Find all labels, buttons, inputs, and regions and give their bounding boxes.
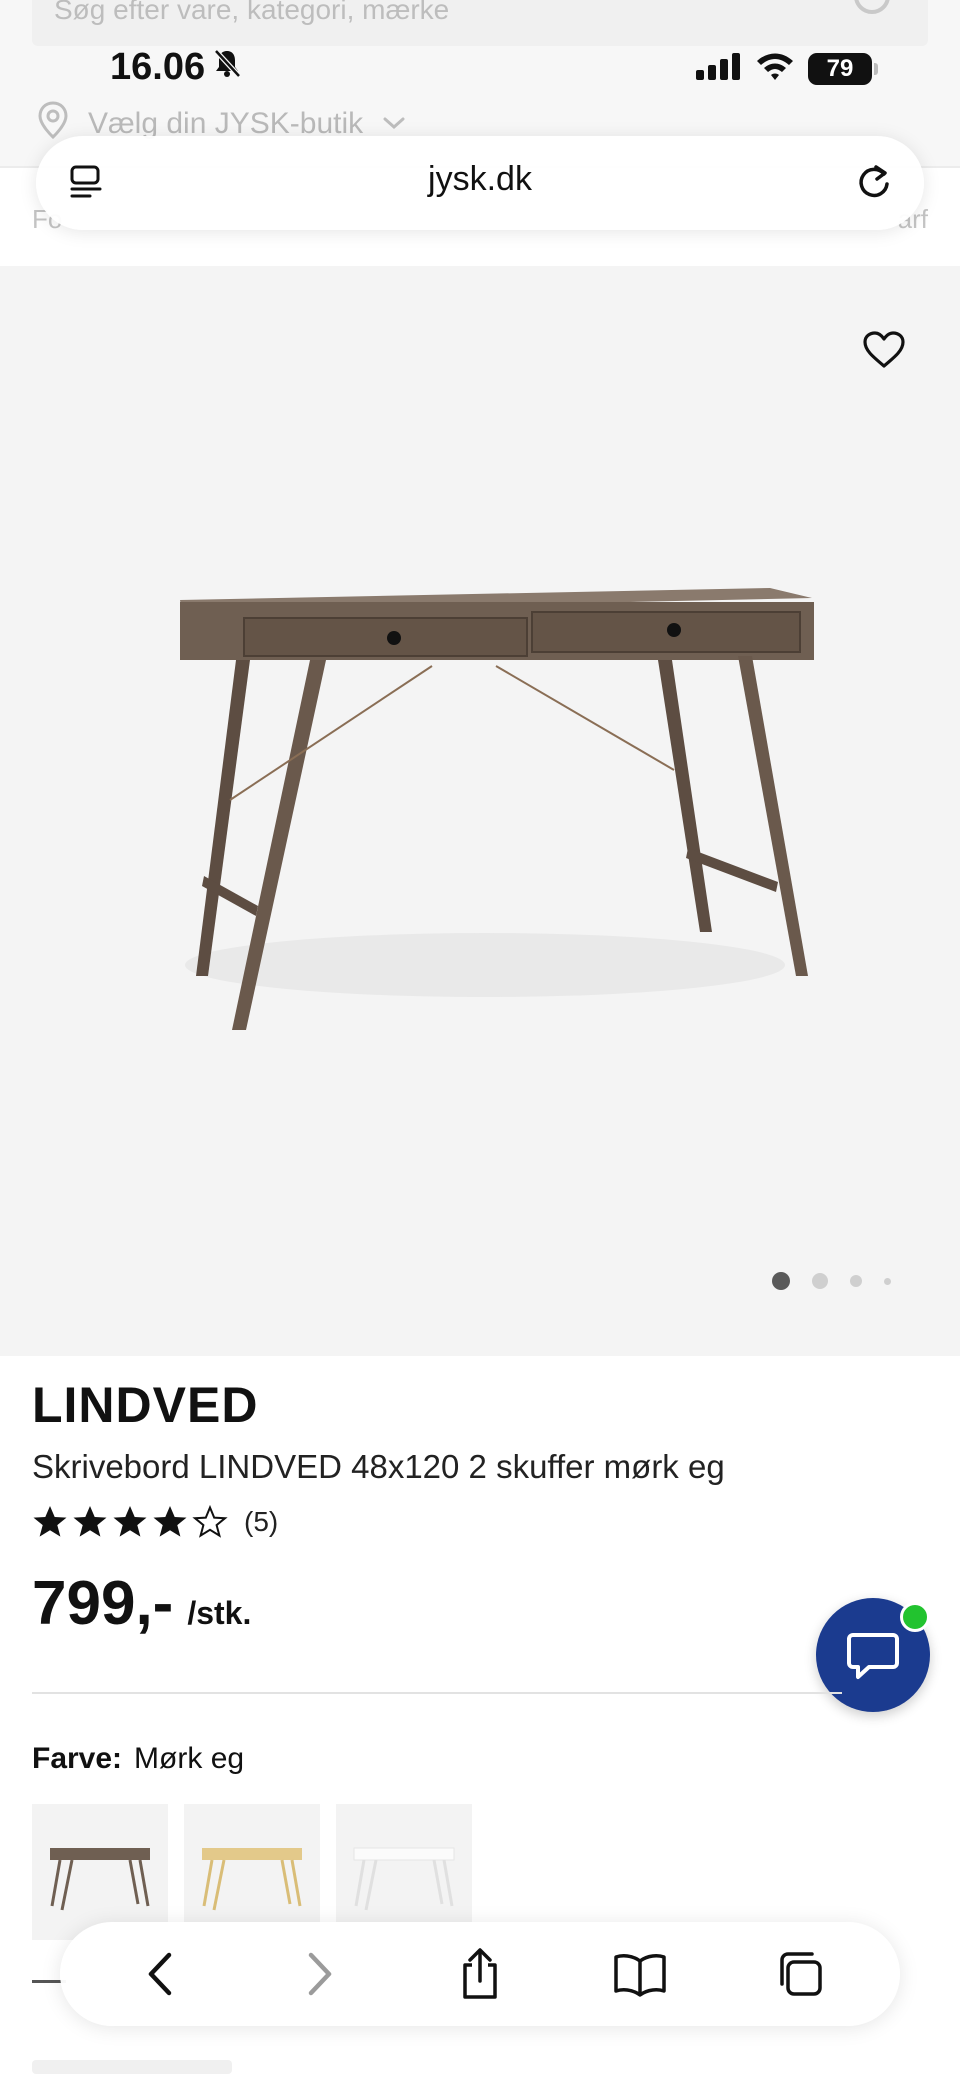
url-text[interactable]: jysk.dk <box>36 160 924 199</box>
pagination-dot-2[interactable] <box>812 1273 828 1289</box>
cellular-signal-icon <box>694 51 742 86</box>
time-text: 16.06 <box>110 46 206 88</box>
desk-thumbnail-dark-oak <box>50 1848 150 1911</box>
color-swatches[interactable] <box>32 1804 472 1940</box>
chat-notification-badge <box>900 1602 930 1632</box>
pagination-dot-4[interactable] <box>884 1277 891 1285</box>
chat-bubble-icon <box>847 1633 899 1679</box>
price-value: 799,- <box>32 1569 174 1638</box>
wifi-icon <box>754 50 796 87</box>
battery-level: 79 <box>826 54 854 82</box>
back-icon[interactable] <box>125 1939 195 2009</box>
share-icon[interactable] <box>445 1939 515 2009</box>
search-icon[interactable] <box>850 0 898 35</box>
battery-indicator: 79 <box>808 52 878 85</box>
favorite-heart-icon[interactable] <box>862 330 906 375</box>
next-section-heading <box>32 2060 232 2074</box>
search-placeholder: Søg efter vare, kategori, mærke <box>54 0 450 25</box>
swatch-oak[interactable] <box>184 1804 320 1940</box>
chat-button[interactable] <box>816 1598 930 1712</box>
tabs-icon[interactable] <box>765 1939 835 2009</box>
address-bar[interactable]: jysk.dk <box>36 136 924 230</box>
color-selector-label: Farve: Mørk eg <box>32 1742 244 1776</box>
product-rating[interactable]: (5) <box>32 1504 278 1540</box>
pagination-dot-1[interactable] <box>772 1272 790 1290</box>
product-brand-title: LINDVED <box>32 1377 259 1433</box>
star-filled-icon <box>113 1506 147 1537</box>
section-divider <box>32 1692 842 1694</box>
product-description: Skrivebord LINDVED 48x120 2 skuffer mørk… <box>32 1448 725 1485</box>
swatch-dark-oak[interactable] <box>32 1804 168 1940</box>
forward-icon[interactable] <box>285 1939 355 2009</box>
star-empty-icon <box>192 1504 228 1538</box>
desk-thumbnail-white <box>353 1847 455 1911</box>
star-filled-icon <box>153 1506 187 1537</box>
color-value: Mørk eg <box>134 1742 245 1775</box>
browser-toolbar <box>60 1922 900 2026</box>
swatch-white[interactable] <box>336 1804 472 1940</box>
product-photo-desk <box>180 588 814 1030</box>
rating-count[interactable]: (5) <box>244 1506 278 1538</box>
bell-mute-icon <box>211 46 243 89</box>
status-bar: 16.06 79 <box>0 40 960 100</box>
star-filled-icon <box>33 1506 67 1537</box>
desk-thumbnail-oak <box>202 1848 302 1911</box>
color-label: Farve: <box>32 1742 123 1775</box>
price-unit: /stk. <box>187 1595 252 1631</box>
pagination-dot-3[interactable] <box>850 1275 862 1287</box>
clock: 16.06 <box>110 46 243 89</box>
product-price: 799,- /stk. <box>32 1568 251 1639</box>
star-filled-icon <box>73 1506 107 1537</box>
reload-icon[interactable] <box>854 162 894 207</box>
image-pagination[interactable] <box>772 1272 891 1290</box>
bookmarks-icon[interactable] <box>605 1939 675 2009</box>
status-icons: 79 <box>694 50 878 87</box>
